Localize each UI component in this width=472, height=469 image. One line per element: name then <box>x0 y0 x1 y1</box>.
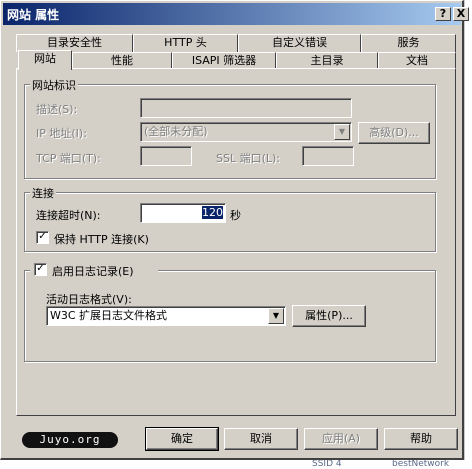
description-label: 描述(S): <box>36 103 78 116</box>
tab-http-headers[interactable]: HTTP 头 <box>133 34 238 52</box>
log-format-dropdown-arrow-icon[interactable]: ▼ <box>268 308 284 324</box>
tcp-port-input[interactable] <box>140 146 192 166</box>
background-window-edge <box>464 0 472 467</box>
help-title-button[interactable]: ? <box>435 7 451 21</box>
log-format-value: W3C 扩展日志文件格式 <box>50 309 168 322</box>
tab-website[interactable]: 网站 <box>18 50 72 70</box>
background-text-left: SSID 4 <box>312 459 342 469</box>
description-input[interactable] <box>140 98 352 118</box>
tab-custom-errors[interactable]: 自定义错误 <box>238 34 361 52</box>
enable-logging-label[interactable]: 启用日志记录(E) <box>52 263 134 279</box>
close-title-button[interactable]: X <box>453 7 469 21</box>
logging-legend: ✓ 启用日志记录(E) <box>30 262 158 279</box>
advanced-button[interactable]: 高级(D)... <box>358 122 430 144</box>
help-button[interactable]: 帮助 <box>384 428 458 450</box>
ip-address-select[interactable]: (全部未分配) <box>140 122 352 142</box>
log-format-label: 活动日志格式(V): <box>46 293 132 306</box>
background-text-right: bestNetwork <box>392 459 450 469</box>
keepalive-checkbox[interactable]: ✓ <box>36 231 49 244</box>
cancel-button[interactable]: 取消 <box>224 428 298 450</box>
identity-legend: 网站标识 <box>30 77 78 93</box>
enable-logging-checkbox[interactable]: ✓ <box>34 263 47 276</box>
log-properties-button[interactable]: 属性(P)... <box>292 305 366 327</box>
ssl-port-label: SSL 端口(L): <box>216 152 281 165</box>
title-bar[interactable]: 网站 属性 ? X <box>3 3 469 25</box>
timeout-value: 120 <box>202 206 223 219</box>
connection-legend: 连接 <box>30 185 56 201</box>
keepalive-label[interactable]: 保持 HTTP 连接(K) <box>54 231 149 247</box>
tab-service[interactable]: 服务 <box>361 34 456 52</box>
ip-dropdown-arrow-icon[interactable]: ▼ <box>334 124 350 140</box>
dialog-title: 网站 属性 <box>7 8 60 22</box>
ok-button[interactable]: 确定 <box>145 427 219 451</box>
log-format-select[interactable]: W3C 扩展日志文件格式 <box>46 306 286 326</box>
ip-address-value: (全部未分配) <box>144 125 208 138</box>
ip-address-label: IP 地址(I): <box>36 127 87 140</box>
timeout-input[interactable]: 120 <box>140 203 226 223</box>
juyo-logo: Juyo.org <box>22 432 118 448</box>
timeout-unit: 秒 <box>230 209 241 222</box>
timeout-label: 连接超时(N): <box>36 209 101 222</box>
apply-button[interactable]: 应用(A) <box>304 428 378 450</box>
tcp-port-label: TCP 端口(T): <box>36 152 101 165</box>
ssl-port-input[interactable] <box>302 146 354 166</box>
